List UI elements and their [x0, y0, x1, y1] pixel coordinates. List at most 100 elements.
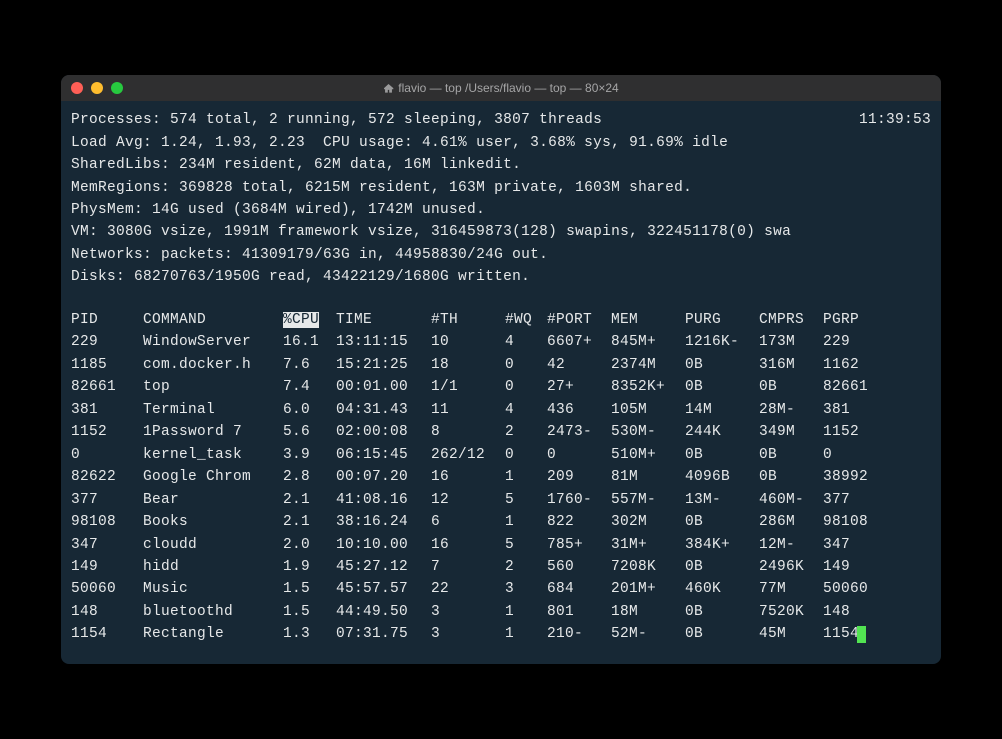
- cell-pgrp: 1162: [823, 354, 883, 376]
- cell-pgrp: 1152: [823, 421, 883, 443]
- clock-time: 11:39:53: [859, 109, 931, 131]
- cell-pgrp: 347: [823, 534, 883, 556]
- cell-cmprs: 349M: [759, 421, 823, 443]
- cell-purg: 0B: [685, 556, 759, 578]
- header-cmprs: CMPRS: [759, 309, 823, 331]
- cell-port: 785+: [547, 534, 611, 556]
- cell-cpu: 7.6: [283, 354, 336, 376]
- cell-port: 42: [547, 354, 611, 376]
- cell-command: 1Password 7: [143, 421, 283, 443]
- cell-port: 560: [547, 556, 611, 578]
- cell-time: 45:57.57: [336, 578, 431, 600]
- cell-cpu: 6.0: [283, 399, 336, 421]
- cell-mem: 81M: [611, 466, 685, 488]
- home-icon: [383, 83, 394, 94]
- window-title: flavio — top /Users/flavio — top — 80×24: [71, 81, 931, 95]
- cell-time: 13:11:15: [336, 331, 431, 353]
- cell-pid: 50060: [71, 578, 143, 600]
- cell-cmprs: 316M: [759, 354, 823, 376]
- cell-cpu: 3.9: [283, 444, 336, 466]
- cell-purg: 0B: [685, 623, 759, 645]
- cell-command: Rectangle: [143, 623, 283, 645]
- cell-purg: 4096B: [685, 466, 759, 488]
- header-pid: PID: [71, 309, 143, 331]
- header-wq: #WQ: [505, 309, 547, 331]
- cell-port: 6607+: [547, 331, 611, 353]
- cursor: [857, 626, 866, 643]
- cell-pgrp: 82661: [823, 376, 883, 398]
- cell-port: 436: [547, 399, 611, 421]
- table-row: 82661top7.400:01.001/1027+8352K+0B0B8266…: [71, 376, 931, 398]
- traffic-lights: [71, 82, 123, 94]
- cell-cpu: 1.9: [283, 556, 336, 578]
- table-row: 377Bear2.141:08.161251760-557M-13M-460M-…: [71, 489, 931, 511]
- cell-th: 7: [431, 556, 505, 578]
- header-cpu: %CPU: [283, 309, 336, 331]
- cell-pgrp: 98108: [823, 511, 883, 533]
- cell-wq: 2: [505, 556, 547, 578]
- cell-command: hidd: [143, 556, 283, 578]
- cell-time: 38:16.24: [336, 511, 431, 533]
- cell-cmprs: 45M: [759, 623, 823, 645]
- cell-wq: 0: [505, 444, 547, 466]
- cell-th: 18: [431, 354, 505, 376]
- table-row: 98108Books2.138:16.2461822302M0B286M9810…: [71, 511, 931, 533]
- table-row: 11521Password 75.602:00:08822473-530M-24…: [71, 421, 931, 443]
- close-icon[interactable]: [71, 82, 83, 94]
- cell-mem: 8352K+: [611, 376, 685, 398]
- cell-pgrp: 229: [823, 331, 883, 353]
- cell-mem: 557M-: [611, 489, 685, 511]
- cell-wq: 5: [505, 534, 547, 556]
- cell-command: Terminal: [143, 399, 283, 421]
- cell-cmprs: 0B: [759, 376, 823, 398]
- cell-pid: 1185: [71, 354, 143, 376]
- cell-command: Bear: [143, 489, 283, 511]
- cell-th: 16: [431, 466, 505, 488]
- cell-pgrp: 38992: [823, 466, 883, 488]
- cell-command: Google Chrom: [143, 466, 283, 488]
- cell-pgrp: 377: [823, 489, 883, 511]
- cell-pgrp: 50060: [823, 578, 883, 600]
- cell-th: 12: [431, 489, 505, 511]
- cell-mem: 31M+: [611, 534, 685, 556]
- cell-time: 00:07.20: [336, 466, 431, 488]
- cell-wq: 1: [505, 511, 547, 533]
- cell-purg: 0B: [685, 601, 759, 623]
- cell-cpu: 5.6: [283, 421, 336, 443]
- cell-wq: 1: [505, 623, 547, 645]
- cell-command: cloudd: [143, 534, 283, 556]
- header-time: TIME: [336, 309, 431, 331]
- cell-wq: 1: [505, 466, 547, 488]
- cell-wq: 2: [505, 421, 547, 443]
- cell-cmprs: 460M-: [759, 489, 823, 511]
- zoom-icon[interactable]: [111, 82, 123, 94]
- minimize-icon[interactable]: [91, 82, 103, 94]
- cell-pid: 82622: [71, 466, 143, 488]
- cell-pid: 1152: [71, 421, 143, 443]
- cell-command: kernel_task: [143, 444, 283, 466]
- summary-disks: Disks: 68270763/1950G read, 43422129/168…: [71, 266, 931, 288]
- cell-pid: 82661: [71, 376, 143, 398]
- cell-purg: 384K+: [685, 534, 759, 556]
- cell-wq: 1: [505, 601, 547, 623]
- cell-pid: 381: [71, 399, 143, 421]
- cell-cmprs: 173M: [759, 331, 823, 353]
- cell-cpu: 7.4: [283, 376, 336, 398]
- cell-purg: 244K: [685, 421, 759, 443]
- cell-cmprs: 7520K: [759, 601, 823, 623]
- header-mem: MEM: [611, 309, 685, 331]
- cell-mem: 105M: [611, 399, 685, 421]
- cell-pgrp: 381: [823, 399, 883, 421]
- table-row: 381Terminal6.004:31.43114436105M14M28M-3…: [71, 399, 931, 421]
- window-title-text: flavio — top /Users/flavio — top — 80×24: [398, 81, 618, 95]
- terminal-content[interactable]: Processes: 574 total, 2 running, 572 sle…: [61, 101, 941, 664]
- cell-time: 15:21:25: [336, 354, 431, 376]
- cell-time: 02:00:08: [336, 421, 431, 443]
- cell-th: 10: [431, 331, 505, 353]
- cell-purg: 0B: [685, 511, 759, 533]
- cell-port: 27+: [547, 376, 611, 398]
- cell-time: 44:49.50: [336, 601, 431, 623]
- cell-cpu: 1.3: [283, 623, 336, 645]
- cell-th: 11: [431, 399, 505, 421]
- cell-time: 07:31.75: [336, 623, 431, 645]
